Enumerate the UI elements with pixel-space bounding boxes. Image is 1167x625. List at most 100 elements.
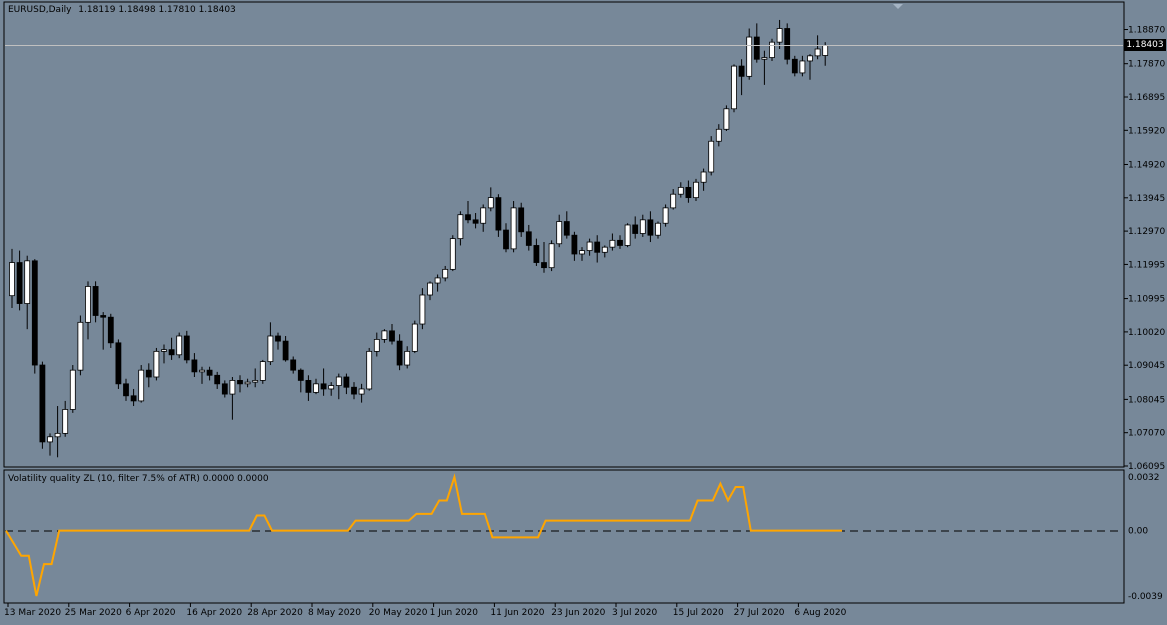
candle-bear bbox=[518, 207, 525, 233]
candle-bull bbox=[381, 330, 388, 340]
candle-bull bbox=[807, 55, 813, 62]
ohlc-low: 1.17810 bbox=[158, 5, 196, 15]
time-tick-label: 1 Jun 2020 bbox=[430, 608, 479, 618]
candle-bull bbox=[328, 385, 335, 390]
candle-bull bbox=[670, 193, 677, 209]
candle-bull bbox=[267, 335, 274, 363]
price-tick-label: 1.07070 bbox=[1128, 429, 1165, 439]
candle-bull bbox=[358, 388, 365, 395]
ohlc-open: 1.18119 bbox=[78, 5, 116, 15]
ohlc-close: 1.18403 bbox=[198, 5, 236, 15]
candle-bull bbox=[655, 222, 661, 236]
price-tick-label: 1.10020 bbox=[1128, 328, 1165, 338]
candle-bear bbox=[465, 214, 471, 221]
candle-bear bbox=[472, 219, 479, 224]
price-tick-label: 1.08045 bbox=[1128, 395, 1165, 405]
candle-bull bbox=[601, 246, 608, 253]
time-tick-label: 16 Apr 2020 bbox=[186, 608, 242, 618]
price-tick-label: 1.14920 bbox=[1128, 160, 1165, 170]
candle-bull bbox=[313, 383, 319, 393]
candle-bull bbox=[199, 369, 205, 373]
candle-bear bbox=[107, 316, 114, 344]
candle-bull bbox=[161, 349, 167, 352]
symbol-title: EURUSD,Daily 1.18119 1.18498 1.17810 1.1… bbox=[8, 5, 236, 15]
candle-bear bbox=[791, 58, 798, 74]
price-tick-label: 1.09045 bbox=[1128, 361, 1165, 371]
indicator-title: Volatility quality ZL (10, filter 7.5% o… bbox=[8, 474, 269, 484]
candle-bull bbox=[366, 350, 373, 390]
chart-root[interactable]: 1.18870 1.17870 1.16895 1.15920 1.14920 1.139… bbox=[0, 0, 1167, 625]
candle-bull bbox=[548, 243, 555, 269]
candle-bear bbox=[396, 340, 403, 366]
candle-bull bbox=[822, 45, 829, 56]
candle-bear bbox=[290, 359, 297, 371]
price-tick-label: 1.06095 bbox=[1128, 462, 1165, 472]
candle-bull bbox=[586, 241, 593, 251]
candle-bull bbox=[404, 350, 411, 366]
candle-bull bbox=[662, 207, 669, 224]
candle-bull bbox=[77, 321, 84, 371]
candle-bear bbox=[115, 342, 122, 385]
price-tick-label: 1.17870 bbox=[1128, 60, 1165, 70]
candle-bull bbox=[480, 207, 487, 224]
price-tick-label: 1.13945 bbox=[1128, 194, 1165, 204]
candle-bull bbox=[373, 339, 380, 352]
candle-bear bbox=[16, 262, 23, 304]
candle-bull bbox=[708, 140, 715, 173]
candle-bear bbox=[100, 315, 107, 318]
candle-bear bbox=[753, 36, 760, 60]
candle-bear bbox=[191, 359, 198, 373]
candle-bull bbox=[715, 128, 722, 142]
candle-bull bbox=[556, 221, 563, 245]
current-price-tag: 1.18403 bbox=[1124, 39, 1166, 52]
candle-bull bbox=[769, 41, 775, 58]
symbol-timeframe: EURUSD,Daily bbox=[8, 5, 72, 15]
time-tick-label: 25 Mar 2020 bbox=[65, 608, 122, 618]
time-tick-label: 13 Mar 2020 bbox=[4, 608, 61, 618]
candle-bull bbox=[723, 108, 730, 130]
indicator-tick-label: -0.0039 bbox=[1128, 592, 1163, 602]
candle-bull bbox=[229, 380, 236, 395]
candle-bear bbox=[343, 376, 350, 388]
candle-bull bbox=[700, 171, 707, 183]
candle-bear bbox=[221, 383, 228, 395]
time-tick-label: 28 Apr 2020 bbox=[247, 608, 303, 618]
candle-bear bbox=[297, 369, 304, 381]
candle-bull bbox=[138, 369, 145, 402]
candle-bull bbox=[799, 60, 806, 74]
candle-bull bbox=[9, 262, 15, 297]
candle-bear bbox=[495, 197, 502, 231]
time-tick-label: 6 Aug 2020 bbox=[794, 608, 846, 618]
candle-bear bbox=[685, 186, 692, 199]
candle-bull bbox=[639, 219, 646, 234]
candle-bull bbox=[677, 186, 684, 195]
candle-bull bbox=[176, 335, 183, 356]
candle-bull bbox=[624, 224, 631, 246]
price-tick-label: 1.10995 bbox=[1128, 295, 1165, 305]
candle-bull bbox=[54, 432, 61, 438]
candle-bear bbox=[784, 28, 791, 60]
price-tick-label: 1.11995 bbox=[1128, 260, 1165, 270]
candle-bull bbox=[419, 294, 426, 325]
candle-bull bbox=[776, 28, 783, 43]
candle-bull bbox=[62, 409, 69, 434]
candle-bear bbox=[206, 369, 213, 376]
candle-bear bbox=[39, 364, 46, 443]
candle-bear bbox=[503, 229, 509, 250]
candle-bear bbox=[31, 260, 38, 366]
candle-bull bbox=[85, 286, 91, 323]
candle-bear bbox=[92, 286, 99, 316]
candle-bear bbox=[214, 374, 221, 385]
candle-bull bbox=[746, 36, 753, 77]
time-tick-label: 3 Jul 2020 bbox=[612, 608, 657, 618]
candle-bull bbox=[510, 207, 517, 250]
candle-bear bbox=[525, 231, 532, 246]
candle-bull bbox=[335, 376, 342, 386]
candle-bear bbox=[305, 380, 312, 393]
candle-bull bbox=[731, 65, 737, 110]
candle-bear bbox=[145, 369, 152, 378]
candle-bull bbox=[693, 181, 699, 199]
candle-bear bbox=[594, 241, 601, 253]
candle-bull bbox=[411, 323, 418, 352]
indicator-tick-label: 0.0032 bbox=[1128, 473, 1160, 483]
